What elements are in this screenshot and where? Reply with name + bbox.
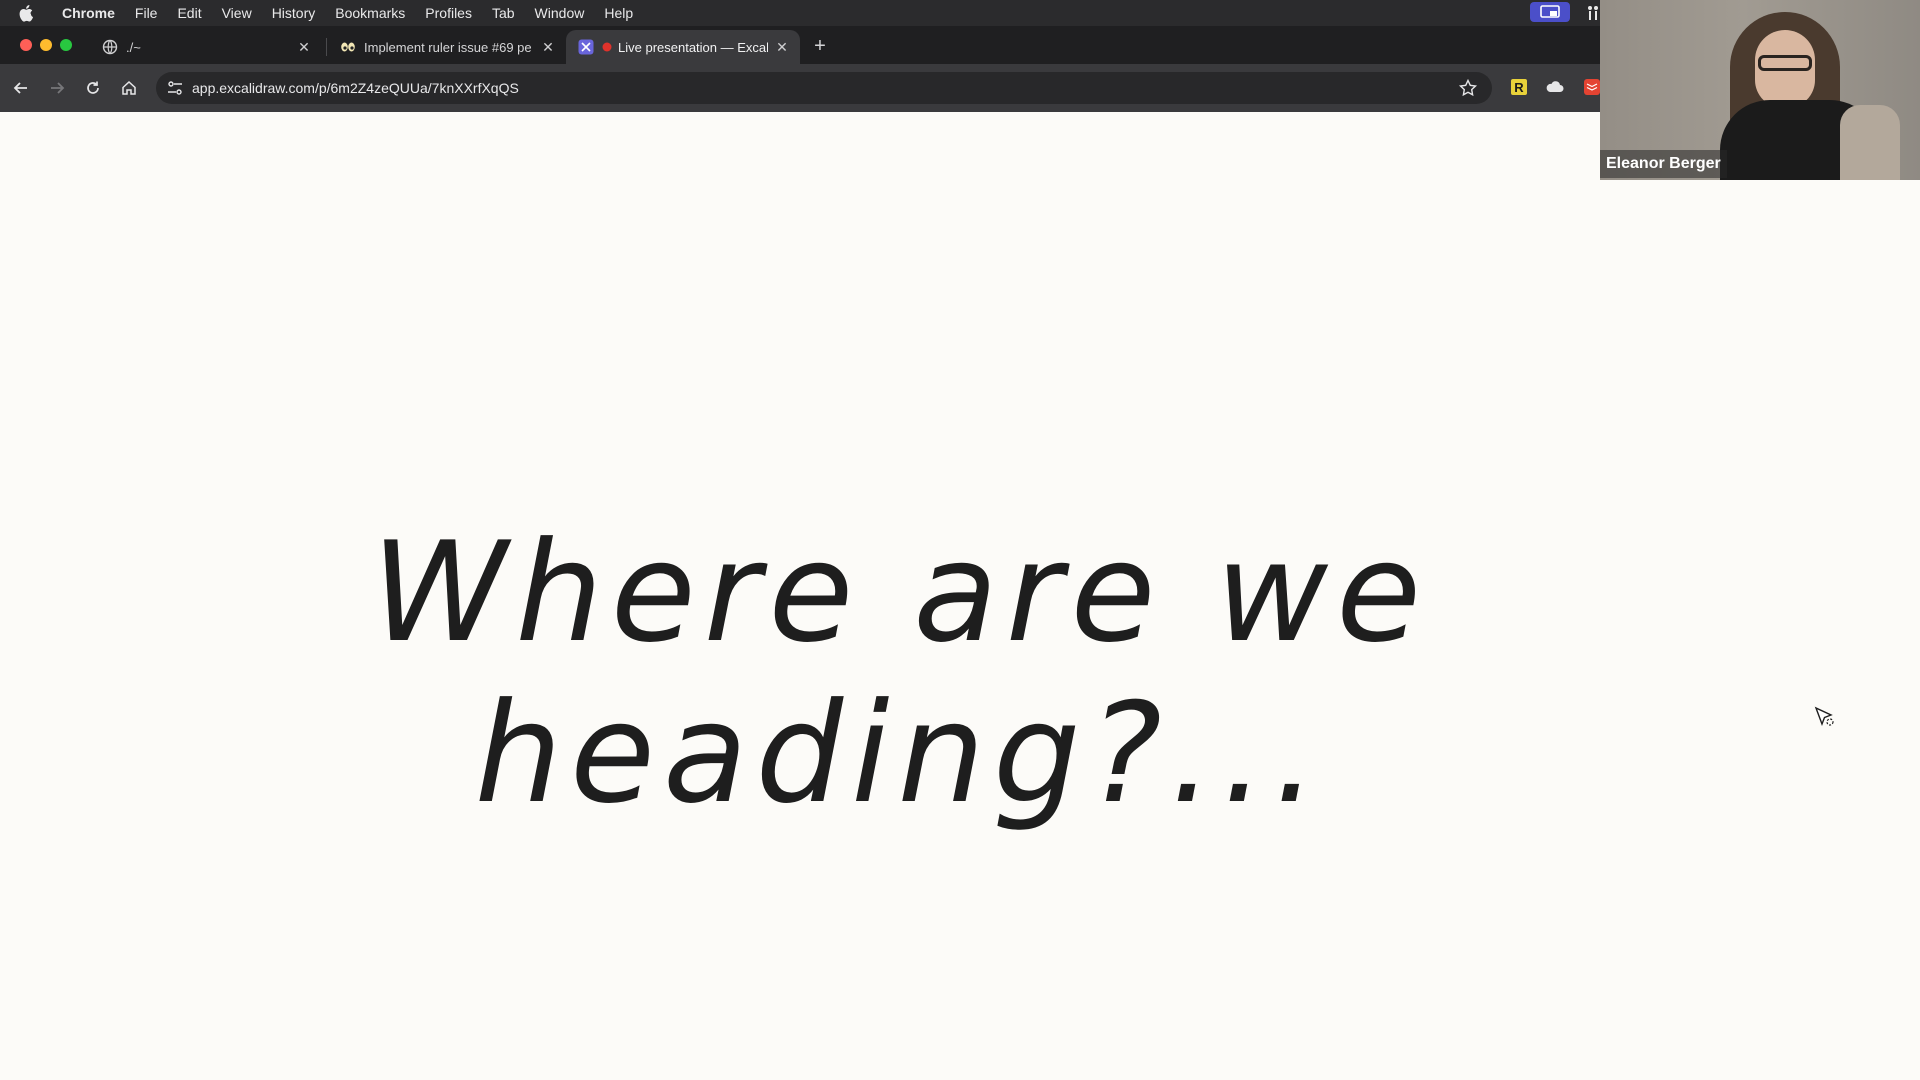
menu-bookmarks[interactable]: Bookmarks [325, 5, 415, 21]
window-close-button[interactable] [20, 39, 32, 51]
menu-file[interactable]: File [125, 5, 168, 21]
extension-cloud-icon[interactable] [1545, 77, 1565, 97]
webcam-overlay: Eleanor Berger [1600, 0, 1920, 180]
menu-app-chrome[interactable]: Chrome [52, 5, 125, 21]
close-icon[interactable]: ✕ [540, 39, 556, 55]
back-icon[interactable] [8, 75, 34, 101]
apple-menu-icon[interactable] [18, 4, 38, 22]
browser-toolbar: app.excalidraw.com/p/6m2Z4zeQUUa/7knXXrf… [0, 64, 1600, 112]
menu-profiles[interactable]: Profiles [415, 5, 482, 21]
tab-strip: ./~ ✕ Implement ruler issue #69 pe ✕ Liv… [0, 26, 1600, 64]
svg-text:R: R [1514, 80, 1524, 95]
tab-live-presentation[interactable]: Live presentation — Excali ✕ [566, 30, 800, 64]
screen-share-icon[interactable] [1530, 2, 1570, 22]
new-tab-button[interactable]: + [808, 34, 832, 58]
presenter-cardigan [1840, 105, 1900, 180]
tab-title: Implement ruler issue #69 pe [364, 39, 532, 55]
tab-divider [326, 38, 327, 56]
menu-window[interactable]: Window [525, 5, 595, 21]
excalidraw-icon [578, 39, 594, 55]
window-zoom-button[interactable] [60, 39, 72, 51]
extension-todoist-icon[interactable] [1582, 77, 1602, 97]
menu-edit[interactable]: Edit [167, 5, 211, 21]
globe-icon [102, 39, 118, 55]
url-text[interactable]: app.excalidraw.com/p/6m2Z4zeQUUa/7knXXrf… [192, 80, 519, 96]
tab-title: Live presentation — Excali [618, 39, 768, 55]
close-icon[interactable]: ✕ [296, 39, 312, 55]
presenter-glasses [1758, 55, 1812, 71]
tab-terminal[interactable]: ./~ ✕ [90, 30, 322, 64]
red-dot-icon [602, 39, 612, 55]
extension-r-icon[interactable]: R [1509, 77, 1529, 97]
menu-history[interactable]: History [262, 5, 326, 21]
slide-heading: Where are we heading?... [370, 512, 1430, 834]
window-minimize-button[interactable] [40, 39, 52, 51]
menu-tab[interactable]: Tab [482, 5, 525, 21]
menu-help[interactable]: Help [594, 5, 643, 21]
close-icon[interactable]: ✕ [774, 39, 790, 55]
site-info-icon[interactable] [166, 79, 184, 97]
eyes-emoji-icon [340, 39, 356, 55]
tab-title: ./~ [126, 39, 141, 55]
menu-view[interactable]: View [212, 5, 262, 21]
home-icon[interactable] [116, 75, 142, 101]
presenter-name-label: Eleanor Berger [1600, 150, 1727, 178]
bookmark-star-icon[interactable] [1458, 78, 1478, 98]
tab-implement-ruler[interactable]: Implement ruler issue #69 pe ✕ [328, 30, 566, 64]
laser-pointer-cursor-icon [1812, 704, 1836, 728]
address-bar[interactable]: app.excalidraw.com/p/6m2Z4zeQUUa/7knXXrf… [156, 72, 1492, 104]
excalidraw-canvas[interactable]: Where are we heading?... [0, 112, 1920, 1080]
reload-icon[interactable] [80, 75, 106, 101]
forward-icon[interactable] [44, 75, 70, 101]
